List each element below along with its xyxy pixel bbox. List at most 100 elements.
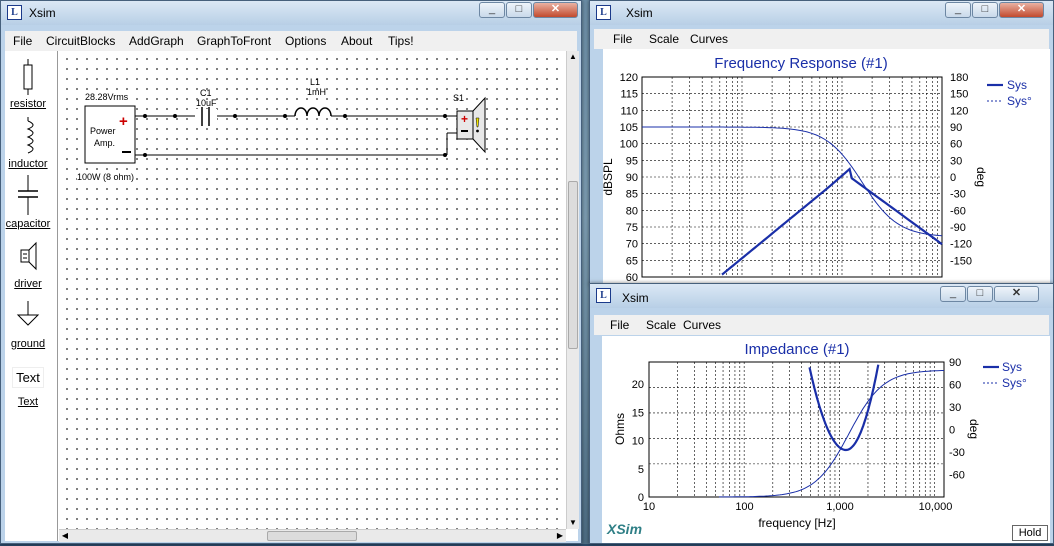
menu-scale[interactable]: Scale — [646, 318, 676, 332]
scroll-down-arrow[interactable]: ▼ — [567, 517, 579, 529]
svg-text:+: + — [119, 113, 128, 130]
maximize-button[interactable]: □ — [972, 2, 998, 18]
vertical-scroll-thumb[interactable] — [568, 181, 578, 349]
resistor-icon — [23, 59, 33, 95]
close-button[interactable]: ✕ — [999, 2, 1044, 18]
close-button[interactable]: ✕ — [994, 286, 1039, 302]
menu-file[interactable]: File — [610, 318, 629, 332]
right-tick-label: 150 — [950, 89, 968, 101]
scroll-left-arrow[interactable]: ◀ — [59, 530, 71, 542]
c1-name-label: C1 — [200, 88, 212, 98]
menu-scale[interactable]: Scale — [649, 32, 679, 46]
scroll-right-arrow[interactable]: ▶ — [554, 530, 566, 542]
menu-options[interactable]: Options — [285, 34, 326, 48]
xsim-app-icon: L — [596, 5, 611, 20]
left-axis-label: dBSPL — [603, 158, 615, 196]
menu-bar: File Scale Curves — [594, 315, 1049, 335]
l1-name-label: L1 — [310, 77, 321, 87]
minimize-button[interactable]: _ — [945, 2, 971, 18]
maximize-button[interactable]: □ — [967, 286, 993, 302]
xsim-watermark: XSim — [606, 521, 642, 537]
close-button[interactable]: ✕ — [533, 2, 578, 18]
menu-tips[interactable]: Tips! — [388, 34, 414, 48]
driver-icon — [20, 241, 37, 271]
tool-inductor[interactable]: inductor — [5, 117, 51, 170]
l1-value-label: 1mH — [307, 87, 327, 97]
left-axis-label: Ohms — [613, 413, 627, 445]
left-tick-label: 80 — [626, 205, 638, 217]
menu-circuitblocks[interactable]: CircuitBlocks — [46, 34, 115, 48]
right-tick-label: 60 — [949, 380, 961, 392]
impedance-graph-area: Impedance (#1) 20 15 10 5 0 90 60 30 0 -30 -60 10… — [602, 336, 1050, 543]
scroll-up-arrow[interactable]: ▲ — [567, 51, 579, 63]
menu-curves[interactable]: Curves — [683, 318, 721, 332]
horizontal-scrollbar[interactable]: ◀ ▶ — [59, 529, 566, 542]
right-tick-label: 0 — [949, 425, 955, 437]
tool-driver[interactable]: driver — [5, 239, 51, 290]
window-title: Xsim — [626, 6, 653, 20]
title-bar[interactable]: L Xsim _ □ ✕ — [590, 1, 1053, 25]
window-title: Xsim — [622, 291, 649, 305]
inductor-icon — [26, 117, 34, 154]
tool-label: driver — [14, 278, 42, 290]
schematic-window: L Xsim _ □ ✕ File CircuitBlocks AddGraph… — [0, 0, 582, 544]
impedance-chart[interactable]: Impedance (#1) 20151050 9060300-30-60 10… — [602, 336, 1050, 543]
right-tick-label: 90 — [949, 357, 961, 369]
tool-text[interactable]: Text Text — [5, 365, 51, 408]
legend-sysphase-label: Sys° — [1007, 94, 1032, 108]
left-tick-label: 90 — [626, 172, 638, 184]
right-tick-label: -60 — [950, 205, 966, 217]
amp-voltage-label: 28.28Vrms — [85, 92, 129, 102]
right-tick-label: -30 — [949, 447, 965, 459]
left-tick-label: 15 — [632, 407, 644, 419]
title-bar[interactable]: L Xsim _ □ ✕ — [590, 284, 1053, 308]
right-tick-label: 30 — [950, 155, 962, 167]
title-bar[interactable]: L Xsim _ □ ✕ — [1, 1, 581, 25]
left-tick-label: 120 — [620, 72, 638, 84]
schematic-drawing: + + — [84, 96, 486, 164]
left-tick-label: 115 — [620, 89, 638, 101]
minimize-button[interactable]: _ — [940, 286, 966, 302]
left-tick-label: 100 — [620, 139, 638, 151]
legend-sys-label: Sys — [1002, 360, 1022, 374]
x-tick-label: 10,000 — [919, 501, 953, 513]
menu-file[interactable]: File — [613, 32, 632, 46]
tool-capacitor[interactable]: capacitor — [5, 175, 51, 230]
right-tick-label: 30 — [949, 402, 961, 414]
right-tick-label: 120 — [950, 105, 968, 117]
minimize-button[interactable]: _ — [479, 2, 505, 18]
impedance-window: L Xsim _ □ ✕ File Scale Curves Impedance… — [589, 283, 1054, 544]
tool-label: Text — [17, 396, 39, 408]
menu-addgraph[interactable]: AddGraph — [129, 34, 184, 48]
component-toolbox: resistor inductor capacitor driver groun… — [5, 51, 58, 541]
left-tick-label: 20 — [632, 379, 644, 391]
capacitor-icon — [18, 175, 38, 215]
vertical-scrollbar[interactable]: ▲ ▼ — [566, 51, 579, 529]
maximize-button[interactable]: □ — [506, 2, 532, 18]
schematic-client-area: resistor inductor capacitor driver groun… — [5, 51, 579, 542]
tool-resistor[interactable]: resistor — [5, 59, 51, 110]
c1-value-label: 10uF — [196, 98, 217, 108]
horizontal-scroll-thumb[interactable] — [267, 531, 357, 541]
xsim-app-icon: L — [596, 288, 611, 303]
frequency-response-chart[interactable]: Frequency Response (#1) 120 115 110 105 100 9… — [601, 49, 1050, 285]
menu-graphtofront[interactable]: GraphToFront — [197, 34, 271, 48]
right-tick-label: 0 — [950, 172, 956, 184]
right-tick-label: -90 — [950, 222, 966, 234]
left-tick-label: 105 — [620, 122, 638, 134]
right-tick-label: 90 — [950, 122, 962, 134]
menu-curves[interactable]: Curves — [690, 32, 728, 46]
amp-rating-label: 100W (8 ohm) — [77, 172, 135, 182]
right-axis-label: deg — [967, 419, 981, 439]
amp-label-line1: Power — [90, 126, 116, 136]
schematic-canvas[interactable]: + + 28.28Vrms Power Amp. 100W (8 ohm) C1… — [59, 51, 566, 529]
menu-about[interactable]: About — [341, 34, 372, 48]
menu-bar: File CircuitBlocks AddGraph GraphToFront… — [5, 31, 577, 51]
right-tick-label: -120 — [950, 239, 972, 251]
menu-file[interactable]: File — [13, 34, 32, 48]
right-tick-label: 180 — [950, 72, 968, 84]
hold-button[interactable]: Hold — [1012, 525, 1048, 541]
tool-ground[interactable]: ground — [5, 299, 51, 350]
right-axis-label: deg — [974, 167, 988, 187]
left-tick-label: 95 — [626, 155, 638, 167]
